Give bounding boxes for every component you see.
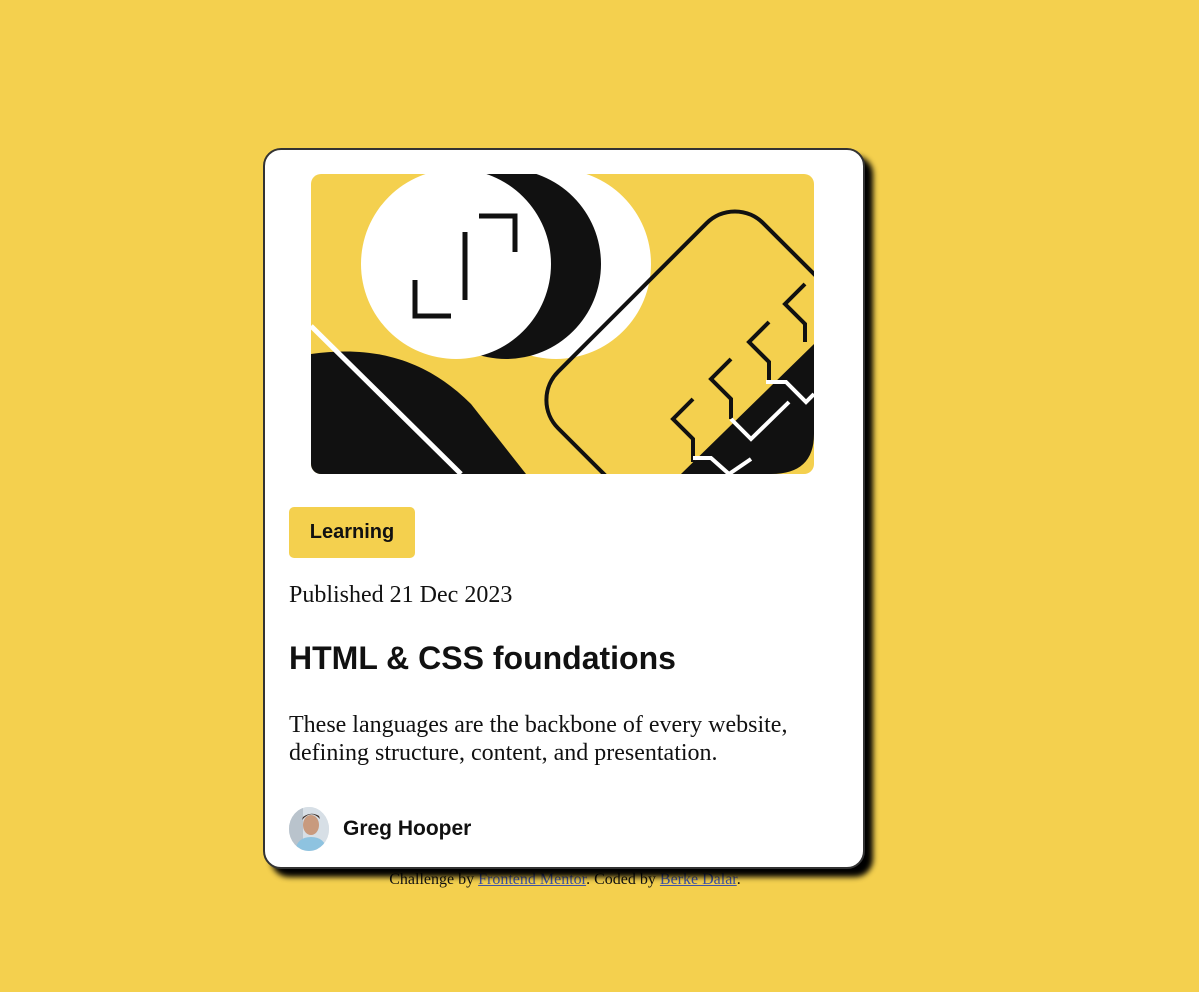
attribution-suffix: .: [736, 871, 741, 888]
avatar-photo-icon: [289, 807, 329, 851]
attribution-prefix: Challenge by: [389, 871, 479, 888]
attribution: Challenge by Frontend Mentor. Coded by B…: [0, 871, 1130, 889]
published-date: Published 21 Dec 2023: [289, 582, 513, 608]
category-tag: Learning: [289, 507, 415, 558]
article-description: These languages are the backbone of ever…: [289, 712, 788, 766]
author-name: Greg Hooper: [343, 817, 472, 840]
illustration-graphic: [311, 174, 814, 474]
blog-preview-card: Learning Published 21 Dec 2023 HTML & CS…: [263, 148, 865, 869]
author: Greg Hooper: [289, 807, 471, 851]
article-illustration: [311, 174, 814, 474]
author-link[interactable]: Berke Dalar: [660, 871, 737, 888]
article-title[interactable]: HTML & CSS foundations: [289, 640, 676, 677]
attribution-middle: . Coded by: [586, 871, 660, 888]
frontend-mentor-link[interactable]: Frontend Mentor: [478, 871, 586, 888]
avatar: [289, 807, 329, 851]
